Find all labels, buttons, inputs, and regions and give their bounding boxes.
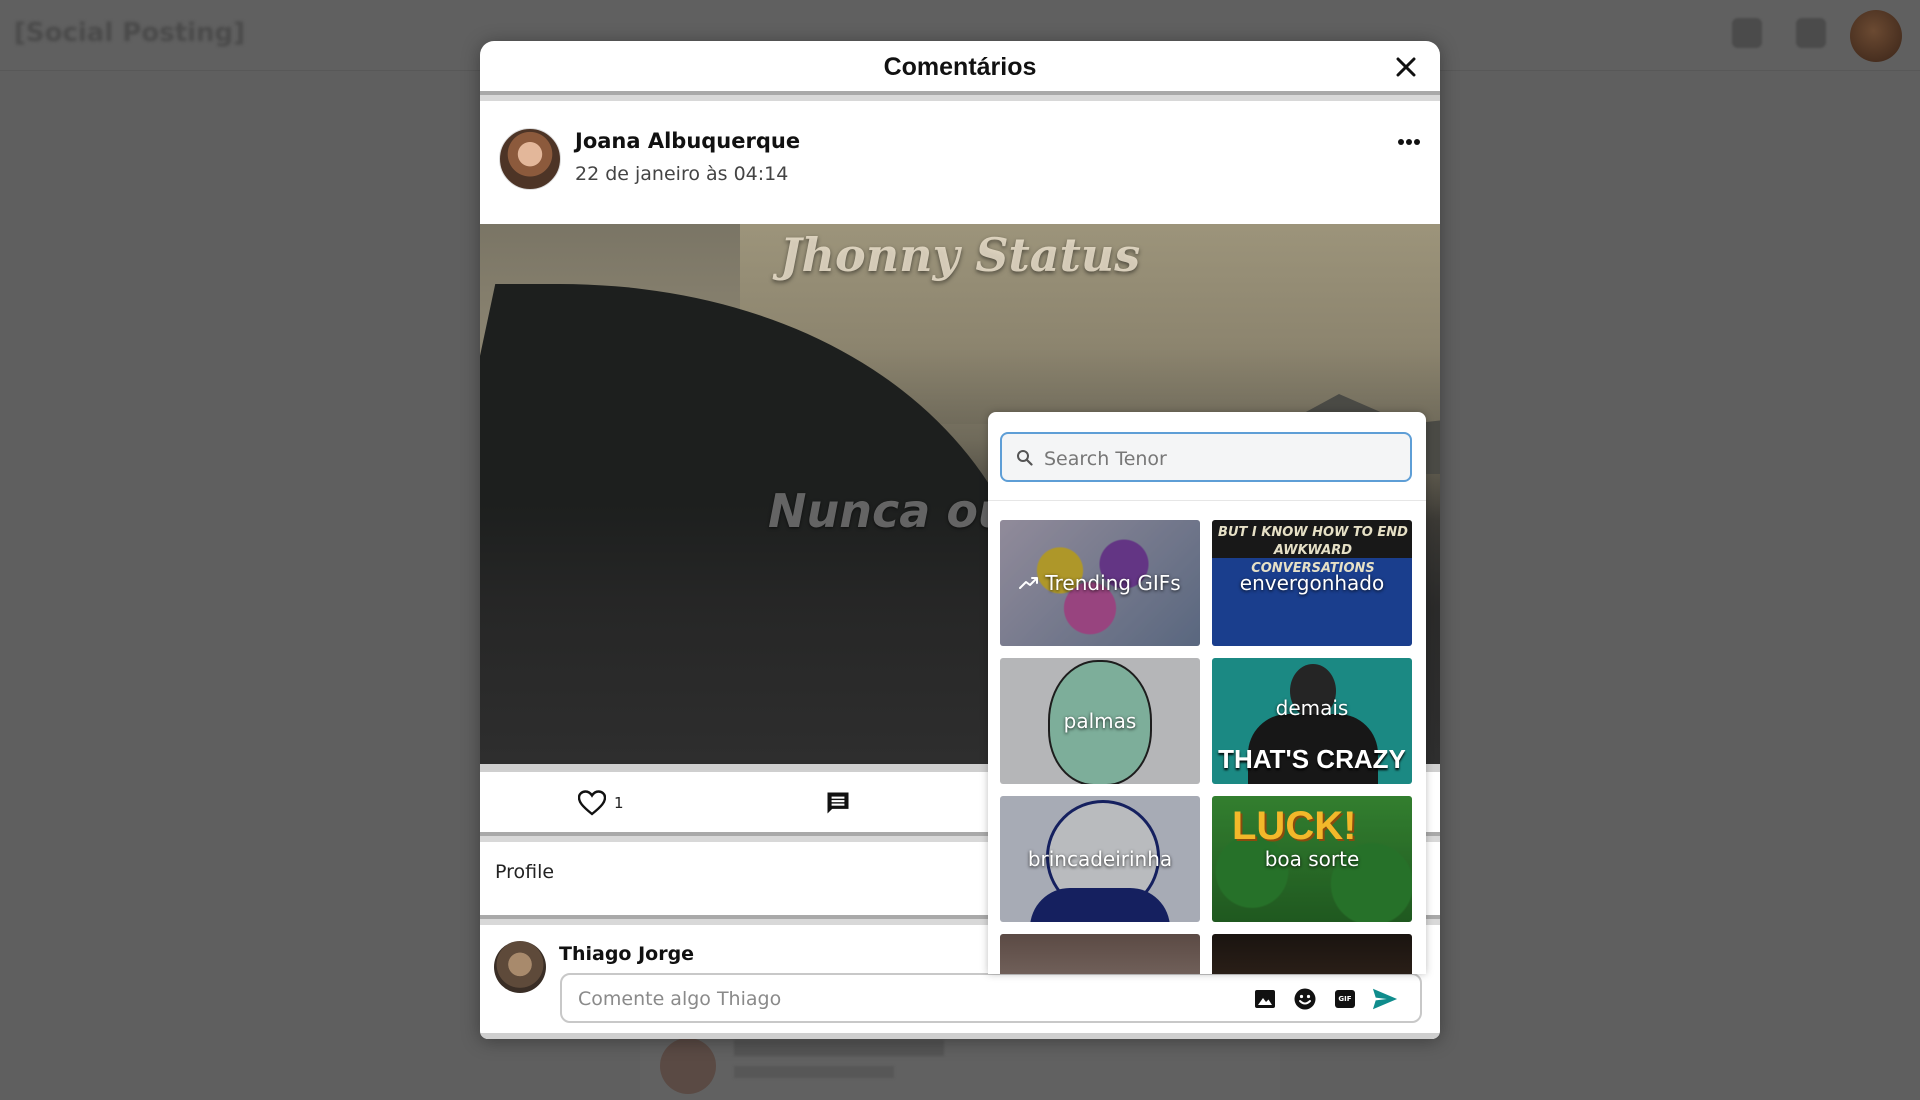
post-date: 22 de janeiro às 04:14: [575, 163, 789, 185]
modal-bottom-border: [480, 1033, 1440, 1039]
media-watermark: Jhonny Status: [779, 228, 1141, 282]
emoji-button[interactable]: [1292, 986, 1318, 1012]
gif-tile-trending[interactable]: Trending GIFs: [1000, 520, 1200, 646]
post-options-button[interactable]: [1394, 127, 1424, 157]
gif-tile-label: demais: [1275, 696, 1349, 720]
like-count: 1: [614, 794, 624, 812]
comment-icon: [827, 792, 849, 814]
gif-picker: Trending GIFs BUT I KNOW HOW TO END AWKW…: [988, 412, 1426, 974]
gif-search-box: [1000, 432, 1412, 482]
comment-composer: GIF: [560, 973, 1422, 1023]
comment-button[interactable]: [824, 789, 852, 821]
current-user-avatar: [494, 941, 546, 993]
current-user-name: Thiago Jorge: [559, 943, 695, 965]
image-icon: [1255, 990, 1275, 1008]
gif-tile-label: Trending GIFs: [1045, 571, 1181, 595]
post-author-avatar[interactable]: [499, 128, 561, 190]
more-horizontal-icon: [1398, 139, 1420, 145]
modal-title: Comentários: [883, 53, 1037, 81]
header-divider: [480, 91, 1440, 101]
gif-tile-label: envergonhado: [1239, 571, 1385, 595]
heart-icon: [578, 790, 606, 816]
gif-tile-envergonhado[interactable]: BUT I KNOW HOW TO END AWKWARD CONVERSATI…: [1212, 520, 1412, 646]
gif-tile-label: boa sorte: [1264, 847, 1360, 871]
gif-tile-demais[interactable]: THAT'S CRAZY demais: [1212, 658, 1412, 784]
gif-tile[interactable]: [1000, 934, 1200, 974]
attach-image-button[interactable]: [1252, 986, 1278, 1012]
emoji-icon: [1294, 988, 1316, 1010]
gif-tile-label: brincadeirinha: [1027, 847, 1173, 871]
background-post-date-placeholder: [734, 1066, 894, 1078]
post-author-name[interactable]: Joana Albuquerque: [575, 129, 800, 153]
close-icon: [1396, 57, 1416, 77]
gif-icon: GIF: [1335, 990, 1355, 1008]
comment-input[interactable]: [576, 984, 1230, 1014]
profile-label: Profile: [495, 861, 555, 883]
gif-tile-caption: THAT'S CRAZY: [1218, 744, 1406, 774]
gif-tile-caption: BUT I KNOW HOW TO END AWKWARD CONVERSATI…: [1218, 525, 1408, 576]
app-brand: [Social Posting]: [14, 18, 246, 48]
modal-header: Comentários: [480, 41, 1440, 91]
gif-tile-caption: LUCK!: [1232, 804, 1357, 848]
gif-tile-label-wrap: Trending GIFs: [1019, 571, 1181, 595]
gif-tile-brincadeirinha[interactable]: brincadeirinha: [1000, 796, 1200, 922]
gif-grid: Trending GIFs BUT I KNOW HOW TO END AWKW…: [1000, 520, 1424, 974]
background-post-author-placeholder: [734, 1040, 944, 1056]
gif-search-input[interactable]: [1042, 444, 1406, 474]
close-button[interactable]: [1390, 51, 1422, 83]
notification-icon[interactable]: [1796, 18, 1826, 48]
search-icon: [1017, 450, 1033, 466]
like-button[interactable]: 1: [578, 790, 624, 816]
send-button[interactable]: [1372, 986, 1398, 1012]
user-avatar[interactable]: [1850, 10, 1902, 62]
background-post-avatar: [660, 1038, 716, 1094]
gif-button[interactable]: GIF: [1332, 986, 1358, 1012]
gif-tile[interactable]: [1212, 934, 1412, 974]
trending-icon: [1019, 577, 1039, 589]
gif-tile-palmas[interactable]: palmas: [1000, 658, 1200, 784]
chat-icon[interactable]: [1732, 18, 1762, 48]
gif-tile-label: palmas: [1063, 709, 1137, 733]
send-icon: [1372, 988, 1398, 1010]
gif-search-divider: [988, 500, 1426, 501]
gif-tile-boa-sorte[interactable]: LUCK! boa sorte: [1212, 796, 1412, 922]
